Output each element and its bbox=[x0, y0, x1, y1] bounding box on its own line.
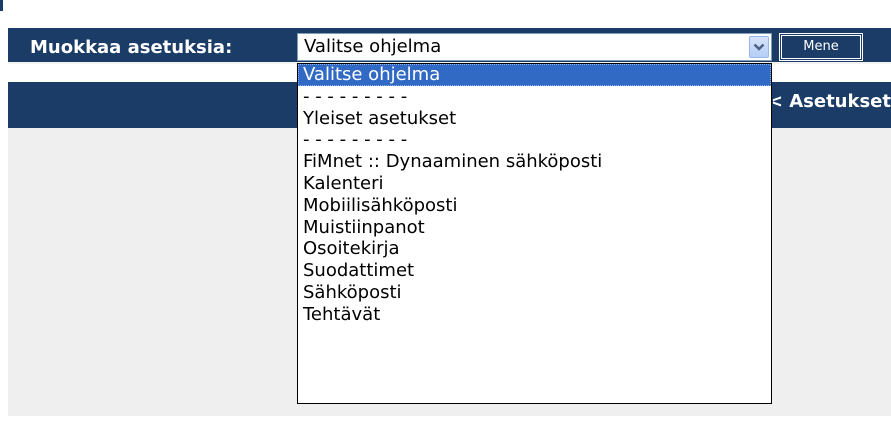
settings-link[interactable]: Asetukset >> bbox=[773, 90, 891, 114]
dropdown-option[interactable]: - - - - - - - - - bbox=[298, 86, 771, 108]
dropdown-option[interactable]: - - - - - - - - - bbox=[298, 129, 771, 151]
top-strip bbox=[0, 0, 891, 28]
program-dropdown-list[interactable]: Valitse ohjelma - - - - - - - - - Yleiset … bbox=[297, 63, 772, 404]
dropdown-option[interactable]: Suodattimet bbox=[298, 260, 771, 282]
dropdown-option[interactable]: Kalenteri bbox=[298, 173, 771, 195]
dropdown-option[interactable]: Yleiset asetukset bbox=[298, 108, 771, 130]
dropdown-option[interactable]: Osoitekirja bbox=[298, 238, 771, 260]
dropdown-option[interactable]: Sähköposti bbox=[298, 282, 771, 304]
dropdown-option[interactable]: FiMnet :: Dynaaminen sähköposti bbox=[298, 151, 771, 173]
edge-marker bbox=[0, 0, 3, 11]
program-select-value: Valitse ohjelma bbox=[304, 36, 442, 57]
dropdown-option[interactable]: Tehtävät bbox=[298, 304, 771, 326]
dropdown-option[interactable]: Valitse ohjelma bbox=[298, 64, 771, 86]
program-select[interactable]: Valitse ohjelma bbox=[297, 33, 772, 61]
chevron-down-icon bbox=[753, 43, 765, 51]
dropdown-arrow-button[interactable] bbox=[749, 36, 769, 58]
dropdown-option[interactable]: Muistiinpanot bbox=[298, 217, 771, 239]
go-button[interactable]: Mene bbox=[779, 33, 863, 61]
settings-label: Muokkaa asetuksia: bbox=[30, 37, 233, 58]
dropdown-option[interactable]: Mobiilisähköposti bbox=[298, 195, 771, 217]
